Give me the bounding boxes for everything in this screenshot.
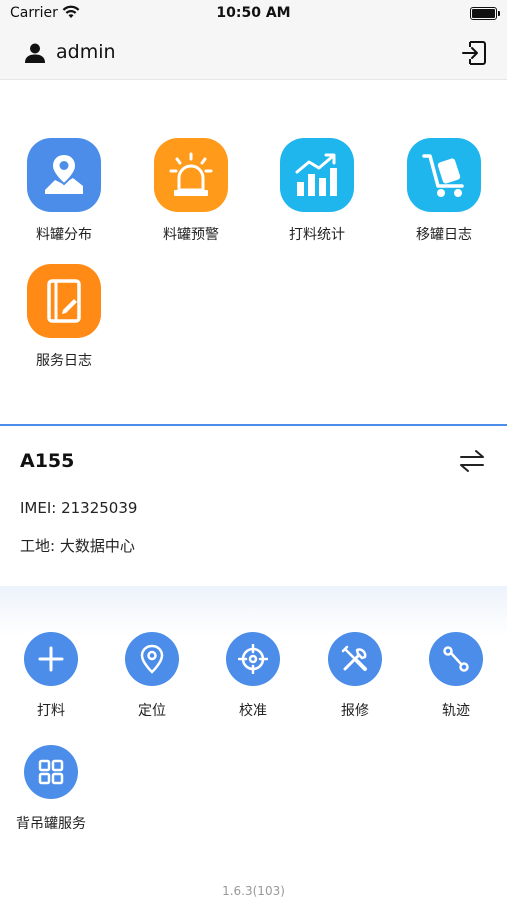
action-label: 定位 xyxy=(138,703,166,719)
action-label: 校准 xyxy=(239,703,267,719)
device-site: 工地: 大数据中心 xyxy=(20,537,135,555)
app-version: 1.6.3(103) xyxy=(222,884,285,898)
bar-chart-icon xyxy=(280,138,354,212)
menu-label: 打料统计 xyxy=(289,227,345,243)
grid-icon xyxy=(24,745,78,799)
battery-icon xyxy=(470,7,500,20)
action-track-button[interactable]: 轨迹 xyxy=(406,632,506,720)
menu-item-feed-statistics[interactable]: 打料统计 xyxy=(262,138,372,244)
logout-icon[interactable] xyxy=(461,40,487,66)
action-locate-button[interactable]: 定位 xyxy=(102,632,202,720)
card-shadow xyxy=(0,586,507,636)
status-time: 10:50 AM xyxy=(216,5,291,21)
menu-item-tank-alert[interactable]: 料罐预警 xyxy=(136,138,246,244)
repair-tools-icon xyxy=(328,632,382,686)
plus-icon xyxy=(24,632,78,686)
crosshair-icon xyxy=(226,632,280,686)
action-label: 背吊罐服务 xyxy=(16,816,86,832)
menu-label: 料罐预警 xyxy=(163,227,219,243)
swap-arrows-icon[interactable] xyxy=(459,448,485,474)
location-pin-icon xyxy=(125,632,179,686)
menu-item-service-log[interactable]: 服务日志 xyxy=(9,264,119,370)
header-bar: admin xyxy=(0,28,507,80)
menu-label: 服务日志 xyxy=(36,353,92,369)
menu-label: 料罐分布 xyxy=(36,227,92,243)
alarm-siren-icon xyxy=(154,138,228,212)
action-repair-button[interactable]: 报修 xyxy=(305,632,405,720)
notebook-icon xyxy=(27,264,101,338)
action-calibrate-button[interactable]: 校准 xyxy=(203,632,303,720)
action-hoist-service-button[interactable]: 背吊罐服务 xyxy=(1,745,101,833)
map-pin-icon xyxy=(27,138,101,212)
status-bar: Carrier 10:50 AM xyxy=(0,0,507,28)
route-icon xyxy=(429,632,483,686)
menu-item-tank-distribution[interactable]: 料罐分布 xyxy=(9,138,119,244)
action-label: 打料 xyxy=(37,703,65,719)
device-card: A155 IMEI: 21325039 工地: 大数据中心 xyxy=(0,426,507,586)
user-icon xyxy=(25,43,45,63)
device-imei: IMEI: 21325039 xyxy=(20,499,138,517)
action-label: 轨迹 xyxy=(442,703,470,719)
menu-label: 移罐日志 xyxy=(416,227,472,243)
device-name: A155 xyxy=(20,450,75,472)
action-feed-button[interactable]: 打料 xyxy=(1,632,101,720)
action-label: 报修 xyxy=(341,703,369,719)
hand-truck-icon xyxy=(407,138,481,212)
menu-item-tank-move-log[interactable]: 移罐日志 xyxy=(389,138,499,244)
username-label: admin xyxy=(56,41,116,63)
